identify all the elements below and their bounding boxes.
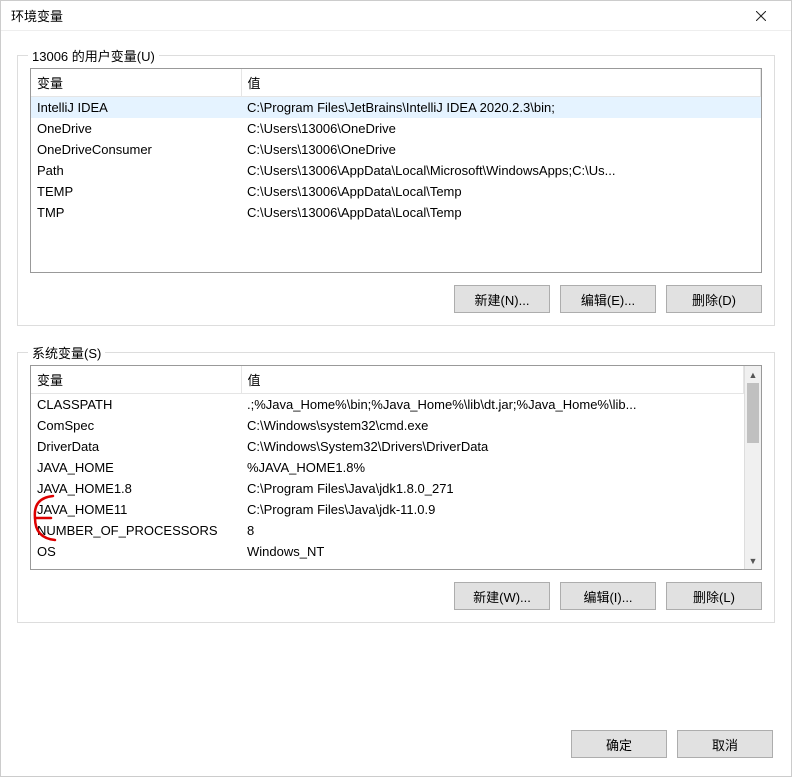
ok-button[interactable]: 确定 [571, 730, 667, 758]
col-value[interactable]: 值 [241, 366, 744, 394]
cell-variable: DriverData [31, 436, 241, 457]
table-row[interactable]: NUMBER_OF_PROCESSORS8 [31, 520, 744, 541]
cell-variable: OneDrive [31, 118, 241, 139]
table-row[interactable]: OneDriveC:\Users\13006\OneDrive [31, 118, 761, 139]
scroll-track[interactable] [745, 383, 761, 552]
scroll-down-icon[interactable]: ▼ [745, 552, 761, 569]
sys-vars-title: 系统变量(S) [28, 343, 105, 362]
cell-value: C:\Users\13006\OneDrive [241, 139, 761, 160]
col-variable[interactable]: 变量 [31, 69, 241, 97]
cell-value: C:\Users\13006\AppData\Local\Temp [241, 202, 761, 223]
user-edit-button[interactable]: 编辑(E)... [560, 285, 656, 313]
scroll-thumb[interactable] [747, 383, 759, 443]
user-vars-header-row: 变量 值 [31, 69, 761, 97]
cell-variable: JAVA_HOME11 [31, 499, 241, 520]
table-row[interactable]: OneDriveConsumerC:\Users\13006\OneDrive [31, 139, 761, 160]
sys-vars-table-wrap: 变量 值 CLASSPATH.;%Java_Home%\bin;%Java_Ho… [30, 365, 762, 570]
cell-value: C:\Windows\system32\cmd.exe [241, 415, 744, 436]
dialog-buttons: 确定 取消 [1, 716, 791, 776]
cell-variable: ComSpec [31, 415, 241, 436]
table-row[interactable]: JAVA_HOME1.8C:\Program Files\Java\jdk1.8… [31, 478, 744, 499]
scroll-up-icon[interactable]: ▲ [745, 366, 761, 383]
cell-value: %JAVA_HOME1.8% [241, 457, 744, 478]
user-vars-group: 13006 的用户变量(U) 变量 值 IntelliJ IDEAC:\Prog… [17, 55, 775, 326]
cell-value: Windows_NT [241, 541, 744, 562]
cancel-button[interactable]: 取消 [677, 730, 773, 758]
table-row[interactable]: OSWindows_NT [31, 541, 744, 562]
cell-variable: TMP [31, 202, 241, 223]
user-vars-title: 13006 的用户变量(U) [28, 46, 159, 65]
cell-value: C:\Users\13006\AppData\Local\Microsoft\W… [241, 160, 761, 181]
content-area: 13006 的用户变量(U) 变量 值 IntelliJ IDEAC:\Prog… [1, 31, 791, 716]
sys-vars-header-row: 变量 值 [31, 366, 744, 394]
cell-variable: IntelliJ IDEA [31, 97, 241, 119]
table-row[interactable]: IntelliJ IDEAC:\Program Files\JetBrains\… [31, 97, 761, 119]
close-icon [756, 11, 766, 21]
cell-variable: JAVA_HOME1.8 [31, 478, 241, 499]
table-row[interactable]: ComSpecC:\Windows\system32\cmd.exe [31, 415, 744, 436]
cell-variable: OneDriveConsumer [31, 139, 241, 160]
env-vars-dialog: 环境变量 13006 的用户变量(U) 变量 值 IntelliJ IDEAC:… [0, 0, 792, 777]
cell-value: C:\Users\13006\OneDrive [241, 118, 761, 139]
cell-value: C:\Program Files\JetBrains\IntelliJ IDEA… [241, 97, 761, 119]
user-vars-table[interactable]: 变量 值 IntelliJ IDEAC:\Program Files\JetBr… [31, 69, 761, 223]
user-vars-buttons: 新建(N)... 编辑(E)... 删除(D) [30, 285, 762, 313]
cell-variable: CLASSPATH [31, 394, 241, 416]
table-row[interactable]: CLASSPATH.;%Java_Home%\bin;%Java_Home%\l… [31, 394, 744, 416]
table-row[interactable]: JAVA_HOME%JAVA_HOME1.8% [31, 457, 744, 478]
user-delete-button[interactable]: 删除(D) [666, 285, 762, 313]
table-row[interactable]: JAVA_HOME11C:\Program Files\Java\jdk-11.… [31, 499, 744, 520]
cell-variable: OS [31, 541, 241, 562]
sys-vars-buttons: 新建(W)... 编辑(I)... 删除(L) [30, 582, 762, 610]
table-row[interactable]: TEMPC:\Users\13006\AppData\Local\Temp [31, 181, 761, 202]
sys-new-button[interactable]: 新建(W)... [454, 582, 550, 610]
sys-edit-button[interactable]: 编辑(I)... [560, 582, 656, 610]
cell-value: .;%Java_Home%\bin;%Java_Home%\lib\dt.jar… [241, 394, 744, 416]
table-row[interactable]: TMPC:\Users\13006\AppData\Local\Temp [31, 202, 761, 223]
sys-scrollbar[interactable]: ▲ ▼ [744, 366, 761, 569]
titlebar: 环境变量 [1, 1, 791, 31]
cell-variable: NUMBER_OF_PROCESSORS [31, 520, 241, 541]
sys-vars-group: 系统变量(S) 变量 值 CLASSPATH.;%Java_Home%\bin;… [17, 352, 775, 623]
cell-value: C:\Windows\System32\Drivers\DriverData [241, 436, 744, 457]
close-button[interactable] [741, 1, 781, 31]
window-title: 环境变量 [11, 6, 741, 25]
table-row[interactable]: DriverDataC:\Windows\System32\Drivers\Dr… [31, 436, 744, 457]
cell-variable: TEMP [31, 181, 241, 202]
user-new-button[interactable]: 新建(N)... [454, 285, 550, 313]
cell-variable: Path [31, 160, 241, 181]
col-variable[interactable]: 变量 [31, 366, 241, 394]
sys-delete-button[interactable]: 删除(L) [666, 582, 762, 610]
cell-value: C:\Program Files\Java\jdk1.8.0_271 [241, 478, 744, 499]
cell-value: C:\Users\13006\AppData\Local\Temp [241, 181, 761, 202]
table-row[interactable]: PathC:\Users\13006\AppData\Local\Microso… [31, 160, 761, 181]
cell-value: 8 [241, 520, 744, 541]
user-vars-table-wrap: 变量 值 IntelliJ IDEAC:\Program Files\JetBr… [30, 68, 762, 273]
sys-vars-table[interactable]: 变量 值 CLASSPATH.;%Java_Home%\bin;%Java_Ho… [31, 366, 744, 562]
col-value[interactable]: 值 [241, 69, 761, 97]
cell-value: C:\Program Files\Java\jdk-11.0.9 [241, 499, 744, 520]
cell-variable: JAVA_HOME [31, 457, 241, 478]
